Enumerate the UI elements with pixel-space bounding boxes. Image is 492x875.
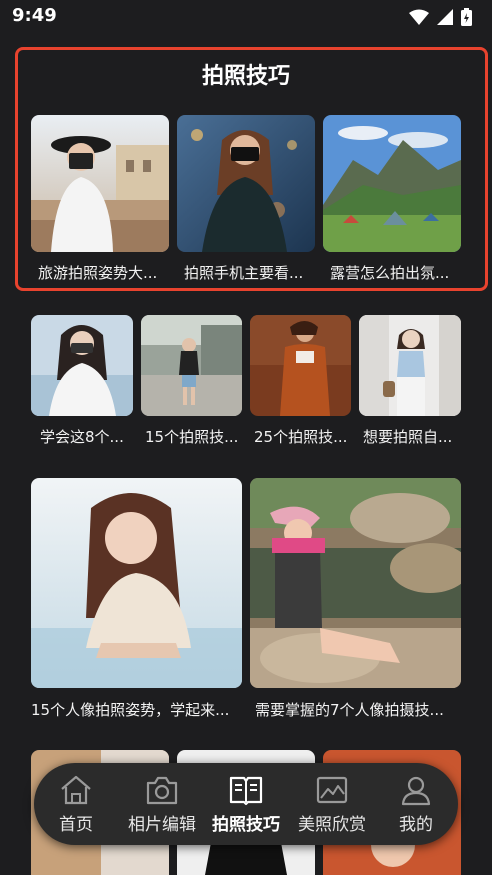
signal-icon xyxy=(437,9,453,25)
article-image[interactable] xyxy=(359,315,461,416)
nav-item-home[interactable]: 首页 xyxy=(44,763,108,845)
article-image[interactable] xyxy=(141,315,242,416)
nav-item-gallery[interactable]: 美照欣赏 xyxy=(292,763,372,845)
tip-card-caption[interactable]: 旅游拍照姿势大... xyxy=(38,262,168,283)
book-icon xyxy=(229,776,263,805)
battery-icon xyxy=(461,8,472,26)
status-icons xyxy=(409,8,472,26)
nav-label: 首页 xyxy=(59,814,93,835)
status-bar: 9:49 xyxy=(0,0,492,34)
nav-label: 相片编辑 xyxy=(128,814,196,835)
wifi-icon xyxy=(409,9,429,25)
article-caption[interactable]: 想要拍照自... xyxy=(363,426,463,447)
tip-card-caption[interactable]: 拍照手机主要看... xyxy=(184,262,314,283)
article-image[interactable] xyxy=(250,478,461,688)
nav-item-photo-edit[interactable]: 相片编辑 xyxy=(122,763,202,845)
picture-icon xyxy=(316,776,348,803)
bottom-nav: 首页 相片编辑 拍照技巧 美照欣赏 我的 xyxy=(34,763,458,845)
section-title: 拍照技巧 xyxy=(201,64,290,89)
user-icon xyxy=(401,776,431,805)
nav-label: 拍照技巧 xyxy=(212,814,280,835)
tip-card-caption[interactable]: 露营怎么拍出氛... xyxy=(330,262,460,283)
nav-label: 我的 xyxy=(399,814,433,835)
home-icon xyxy=(61,775,91,804)
status-time: 9:49 xyxy=(12,5,57,26)
article-caption[interactable]: 需要掌握的7个人像拍摄技... xyxy=(255,699,465,720)
camera-edit-icon xyxy=(146,776,178,804)
tip-card-image-phone[interactable] xyxy=(177,115,315,252)
nav-item-photo-tips[interactable]: 拍照技巧 xyxy=(206,763,286,845)
article-caption[interactable]: 15个人像拍照姿势，学起来... xyxy=(31,699,245,720)
article-image[interactable] xyxy=(31,315,133,416)
article-caption[interactable]: 25个拍照技... xyxy=(254,426,354,447)
tip-card-image-camping[interactable] xyxy=(323,115,461,252)
article-image[interactable] xyxy=(250,315,351,416)
article-caption[interactable]: 15个拍照技... xyxy=(145,426,245,447)
article-image[interactable] xyxy=(31,478,242,688)
nav-item-profile[interactable]: 我的 xyxy=(384,763,448,845)
tip-card-image-travel[interactable] xyxy=(31,115,169,252)
nav-label: 美照欣赏 xyxy=(298,814,366,835)
article-caption[interactable]: 学会这8个... xyxy=(40,426,136,447)
